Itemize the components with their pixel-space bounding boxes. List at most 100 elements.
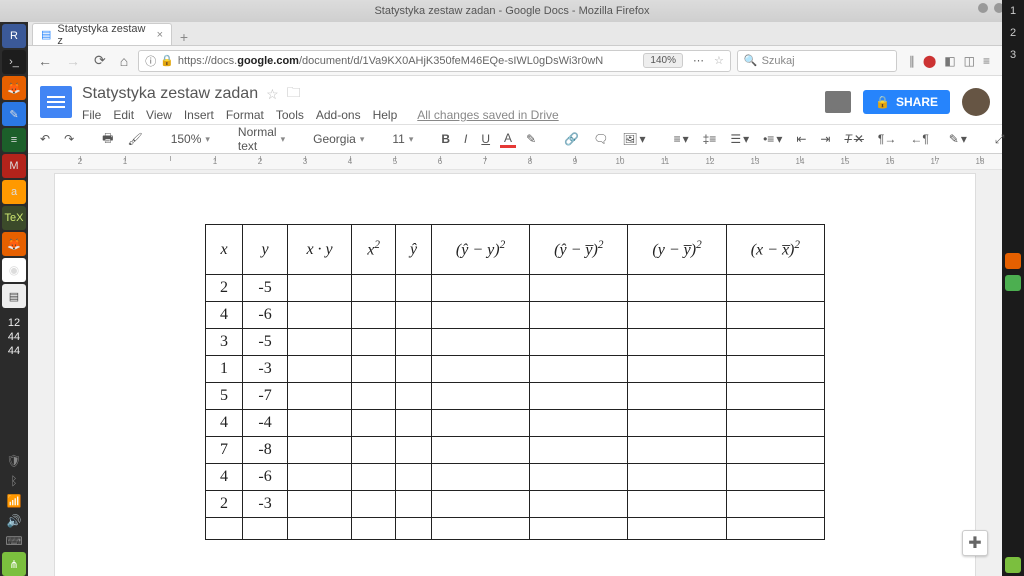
table-row[interactable]: 1-3 — [206, 356, 825, 383]
table-cell[interactable] — [396, 329, 432, 356]
menu-view[interactable]: View — [146, 108, 172, 122]
rtl-button[interactable]: ←¶ — [906, 132, 932, 146]
doc-title[interactable]: Statystyka zestaw zadan — [82, 85, 258, 103]
table-cell[interactable]: -3 — [243, 356, 288, 383]
table-cell[interactable] — [628, 491, 726, 518]
table-cell[interactable] — [396, 356, 432, 383]
saved-status[interactable]: All changes saved in Drive — [417, 108, 558, 122]
menu-tools[interactable]: Tools — [276, 108, 304, 122]
table-cell[interactable] — [396, 464, 432, 491]
ltr-button[interactable]: ¶→ — [874, 132, 900, 146]
table-cell[interactable] — [530, 491, 628, 518]
tray-bluetooth-icon[interactable]: ᛒ — [4, 472, 24, 490]
table-cell[interactable] — [431, 329, 529, 356]
table-cell[interactable]: 5 — [206, 383, 243, 410]
workspace-1[interactable]: 1 — [1002, 0, 1024, 22]
more-icon[interactable]: ⋯ — [693, 54, 704, 67]
table-cell[interactable] — [628, 356, 726, 383]
menu-icon[interactable]: ≡ — [983, 54, 990, 68]
table-cell[interactable] — [206, 518, 243, 540]
right-indicator-2[interactable] — [1005, 275, 1021, 291]
table-cell[interactable] — [352, 275, 396, 302]
table-cell[interactable] — [352, 491, 396, 518]
table-cell[interactable] — [726, 302, 824, 329]
bookmark-icon[interactable]: ☆ — [714, 54, 724, 67]
search-input[interactable]: 🔍 Szukaj — [737, 50, 897, 72]
text-color-button[interactable]: A — [500, 131, 516, 148]
dock-icon-mendeley[interactable]: M — [2, 154, 26, 178]
paint-format-button[interactable]: 🖌 — [123, 132, 146, 146]
indent-less-button[interactable]: ⇤ — [792, 132, 810, 146]
table-cell[interactable] — [726, 329, 824, 356]
pocket-icon[interactable]: ⬤ — [923, 54, 936, 68]
tray-shield-icon[interactable]: 🛡 — [4, 452, 24, 470]
table-cell[interactable] — [396, 410, 432, 437]
table-cell[interactable] — [396, 437, 432, 464]
dock-icon-tex[interactable]: TeX — [2, 206, 26, 230]
forward-button[interactable]: → — [62, 53, 84, 69]
table-row[interactable]: 5-7 — [206, 383, 825, 410]
table-cell[interactable] — [726, 464, 824, 491]
zoom-badge[interactable]: 140% — [643, 53, 683, 68]
table-cell[interactable] — [288, 464, 352, 491]
table-cell[interactable]: -7 — [243, 383, 288, 410]
tray-keyboard-icon[interactable]: ⌨ — [4, 532, 24, 550]
window-icon[interactable]: ◫ — [964, 54, 975, 68]
table-cell[interactable] — [530, 302, 628, 329]
table-row[interactable]: 4-6 — [206, 302, 825, 329]
table-cell[interactable] — [288, 302, 352, 329]
table-cell[interactable]: 4 — [206, 464, 243, 491]
docs-logo[interactable] — [40, 86, 72, 118]
table-cell[interactable]: 4 — [206, 302, 243, 329]
menu-file[interactable]: File — [82, 108, 101, 122]
dock-icon-amazon[interactable]: a — [2, 180, 26, 204]
table-row[interactable] — [206, 518, 825, 540]
font-dropdown[interactable]: Georgia▾ — [309, 132, 368, 146]
comments-button[interactable] — [825, 91, 851, 113]
table-cell[interactable] — [530, 437, 628, 464]
table-cell[interactable] — [352, 410, 396, 437]
table-cell[interactable] — [352, 329, 396, 356]
italic-button[interactable]: I — [460, 132, 471, 146]
table-cell[interactable] — [288, 518, 352, 540]
tray-network-icon[interactable]: 📶 — [4, 492, 24, 510]
bold-button[interactable]: B — [437, 132, 454, 146]
redo-button[interactable]: ↷ — [60, 132, 78, 146]
tray-mint-icon[interactable]: ⋔ — [2, 552, 26, 576]
table-row[interactable]: 2-3 — [206, 491, 825, 518]
table-cell[interactable] — [530, 329, 628, 356]
tray-volume-icon[interactable]: 🔊 — [4, 512, 24, 530]
tab-active[interactable]: ▤ Statystyka zestaw z × — [32, 23, 172, 45]
dock-icon-terminal[interactable]: ›_ — [2, 50, 26, 74]
table-cell[interactable] — [431, 383, 529, 410]
align-button[interactable]: ≡▾ — [670, 132, 693, 146]
table-cell[interactable]: -6 — [243, 302, 288, 329]
table-cell[interactable] — [628, 518, 726, 540]
menu-insert[interactable]: Insert — [184, 108, 214, 122]
right-indicator-1[interactable] — [1005, 253, 1021, 269]
indent-more-button[interactable]: ⇥ — [816, 132, 834, 146]
dock-icon-files[interactable]: ▤ — [2, 284, 26, 308]
table-cell[interactable] — [288, 491, 352, 518]
table-cell[interactable] — [431, 437, 529, 464]
table-cell[interactable] — [628, 275, 726, 302]
table-row[interactable]: 7-8 — [206, 437, 825, 464]
table-cell[interactable] — [530, 464, 628, 491]
dock-icon-spotify[interactable]: ≡ — [2, 128, 26, 152]
table-cell[interactable] — [628, 464, 726, 491]
table-cell[interactable] — [396, 383, 432, 410]
table-cell[interactable] — [530, 383, 628, 410]
table-cell[interactable]: -5 — [243, 275, 288, 302]
table-row[interactable]: 2-5 — [206, 275, 825, 302]
right-indicator-3[interactable] — [1005, 557, 1021, 573]
table-cell[interactable] — [530, 518, 628, 540]
table-cell[interactable] — [352, 356, 396, 383]
table-cell[interactable] — [431, 356, 529, 383]
data-table[interactable]: xyx · yx2ŷ(ŷ − y)2(ŷ − y̅)2(y − y̅)2(x −… — [205, 224, 825, 540]
library-icon[interactable]: ∥ — [909, 54, 915, 68]
table-cell[interactable] — [530, 410, 628, 437]
new-tab-button[interactable]: + — [172, 29, 196, 45]
table-cell[interactable] — [352, 437, 396, 464]
sidebar-icon[interactable]: ◧ — [944, 54, 955, 68]
table-cell[interactable] — [726, 518, 824, 540]
